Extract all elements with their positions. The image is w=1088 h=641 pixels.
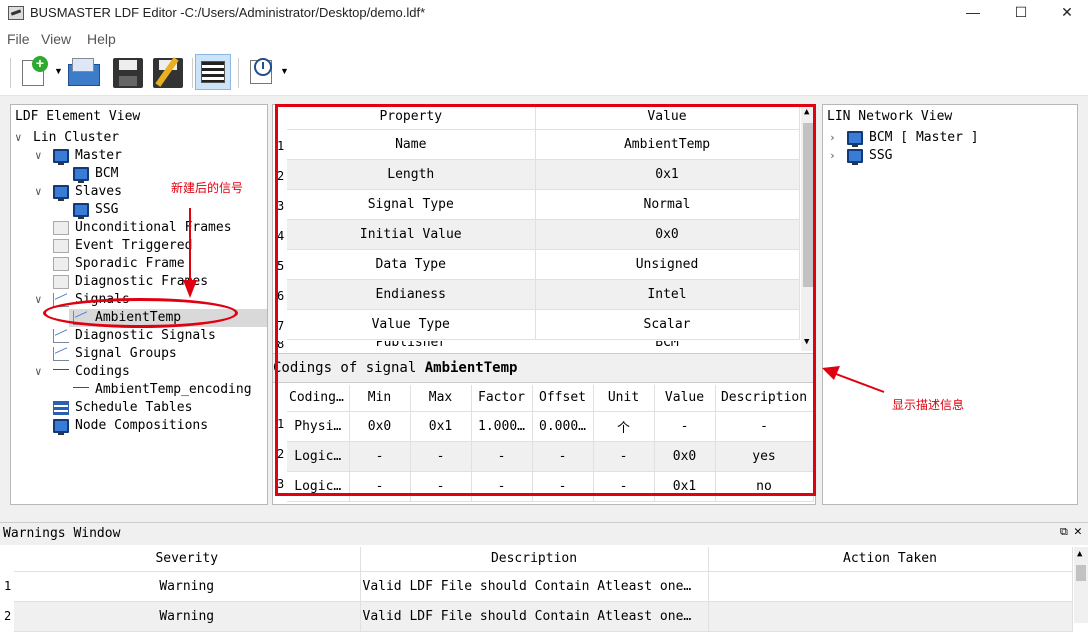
menu-bar: File View Help <box>0 26 1088 50</box>
new-file-icon[interactable]: + <box>18 54 54 90</box>
toolbar-separator <box>192 58 193 88</box>
tree-item-node-compositions[interactable]: Node Compositions <box>53 417 263 435</box>
monitor-icon <box>53 419 69 435</box>
monitor-icon <box>53 149 69 165</box>
maximize-button[interactable]: ☐ <box>998 0 1044 26</box>
tree-item-sporadic-frame[interactable]: Sporadic Frame <box>53 255 263 273</box>
menu-help[interactable]: Help <box>87 31 116 47</box>
schedule-clock-icon[interactable] <box>244 54 280 90</box>
schedule-dropdown-chevron-icon[interactable]: ▼ <box>280 66 289 76</box>
app-icon <box>8 6 24 20</box>
monitor-icon <box>847 131 863 147</box>
minimize-button[interactable]: — <box>950 0 996 26</box>
chevron-down-icon[interactable]: ∨ <box>35 147 45 165</box>
tree-item-signal-groups[interactable]: Signal Groups <box>53 345 263 363</box>
coding-arrow-icon <box>73 387 89 393</box>
ldf-element-view-title: LDF Element View <box>15 109 141 124</box>
tree-item-codings[interactable]: ∨ Codings <box>35 363 265 381</box>
tree-item-event-triggered[interactable]: Event Triggered <box>53 237 263 255</box>
warnings-table: Severity Description Action Taken Warnin… <box>14 547 1073 632</box>
envelope-icon <box>53 257 69 271</box>
action-taken-column-header[interactable]: Action Taken <box>708 547 1073 572</box>
title-bar: BUSMASTER LDF Editor -C:/Users/Administr… <box>0 0 1088 26</box>
signal-wave-icon <box>53 329 69 343</box>
description-column-header[interactable]: Description <box>360 547 709 572</box>
annotation-new-signal: 新建后的信号 <box>171 181 244 195</box>
toolbar: + ▼ ▼ <box>0 50 1088 96</box>
severity-column-header[interactable]: Severity <box>14 547 361 572</box>
close-button[interactable]: ✕ <box>1044 0 1088 26</box>
network-item-ssg[interactable]: › SSG <box>827 147 1067 165</box>
tree-item-unconditional-frames[interactable]: Unconditional Frames <box>53 219 263 237</box>
window-title: BUSMASTER LDF Editor -C:/Users/Administr… <box>30 5 426 20</box>
chevron-down-icon[interactable]: ∨ <box>35 291 45 309</box>
monitor-icon <box>73 167 89 183</box>
toolbar-separator <box>10 58 11 88</box>
scrollbar-thumb[interactable] <box>1076 565 1086 581</box>
tree-item-schedule-tables[interactable]: Schedule Tables <box>53 399 263 417</box>
new-dropdown-chevron-icon[interactable]: ▼ <box>54 66 63 76</box>
tree-item-diagnostic-signals[interactable]: Diagnostic Signals <box>53 327 263 345</box>
table-row[interactable]: Warning Valid LDF File should Contain At… <box>14 571 1073 602</box>
open-folder-icon[interactable] <box>66 54 102 90</box>
schedule-table-icon <box>53 401 69 415</box>
row-number: 1 <box>4 579 12 593</box>
chevron-down-icon[interactable]: ∨ <box>35 363 45 381</box>
scroll-up-icon[interactable]: ▲ <box>1077 549 1082 559</box>
float-window-icon[interactable]: ⧉ <box>1060 525 1068 539</box>
highlight-rectangle <box>275 104 816 496</box>
warnings-title: Warnings Window <box>3 526 121 541</box>
tree-item-diagnostic-frames[interactable]: Diagnostic Frames <box>53 273 263 291</box>
monitor-icon <box>73 203 89 219</box>
menu-view[interactable]: View <box>41 31 71 47</box>
save-as-icon[interactable] <box>150 54 186 90</box>
coding-arrow-icon <box>53 369 69 375</box>
row-number: 2 <box>4 609 12 623</box>
warnings-window: Warnings Window ⧉ ✕ Severity Description… <box>0 522 1088 641</box>
tree-item-ambienttemp-encoding[interactable]: AmbientTemp_encoding <box>73 381 265 399</box>
lin-network-view-title: LIN Network View <box>827 109 953 124</box>
tree-item-master[interactable]: ∨ Master <box>35 147 265 165</box>
save-icon[interactable] <box>110 54 146 90</box>
tree-item-ssg[interactable]: SSG <box>73 201 263 219</box>
chevron-down-icon[interactable]: ∨ <box>15 129 25 147</box>
network-item-bcm[interactable]: › BCM [ Master ] <box>827 129 1067 147</box>
annotation-show-description: 显示描述信息 <box>892 398 965 412</box>
chevron-right-icon[interactable]: › <box>829 129 839 147</box>
chevron-down-icon[interactable]: ∨ <box>35 183 45 201</box>
warnings-title-bar: Warnings Window ⧉ ✕ <box>0 523 1088 545</box>
ldf-view-icon[interactable] <box>195 54 231 90</box>
menu-file[interactable]: File <box>7 31 30 47</box>
chevron-right-icon[interactable]: › <box>829 147 839 165</box>
monitor-icon <box>53 185 69 201</box>
signal-wave-icon <box>53 347 69 361</box>
monitor-icon <box>847 149 863 165</box>
tree-item-lin-cluster[interactable]: ∨ Lin Cluster <box>15 129 265 147</box>
lin-network-view-panel: LIN Network View › BCM [ Master ] › SSG <box>822 104 1078 505</box>
toolbar-separator <box>238 58 239 88</box>
envelope-icon <box>53 275 69 289</box>
table-row[interactable]: Warning Valid LDF File should Contain At… <box>14 601 1073 632</box>
envelope-icon <box>53 221 69 235</box>
warnings-scrollbar[interactable]: ▲ <box>1074 547 1088 623</box>
close-icon[interactable]: ✕ <box>1074 524 1082 539</box>
highlight-ellipse <box>43 298 238 328</box>
envelope-icon <box>53 239 69 253</box>
